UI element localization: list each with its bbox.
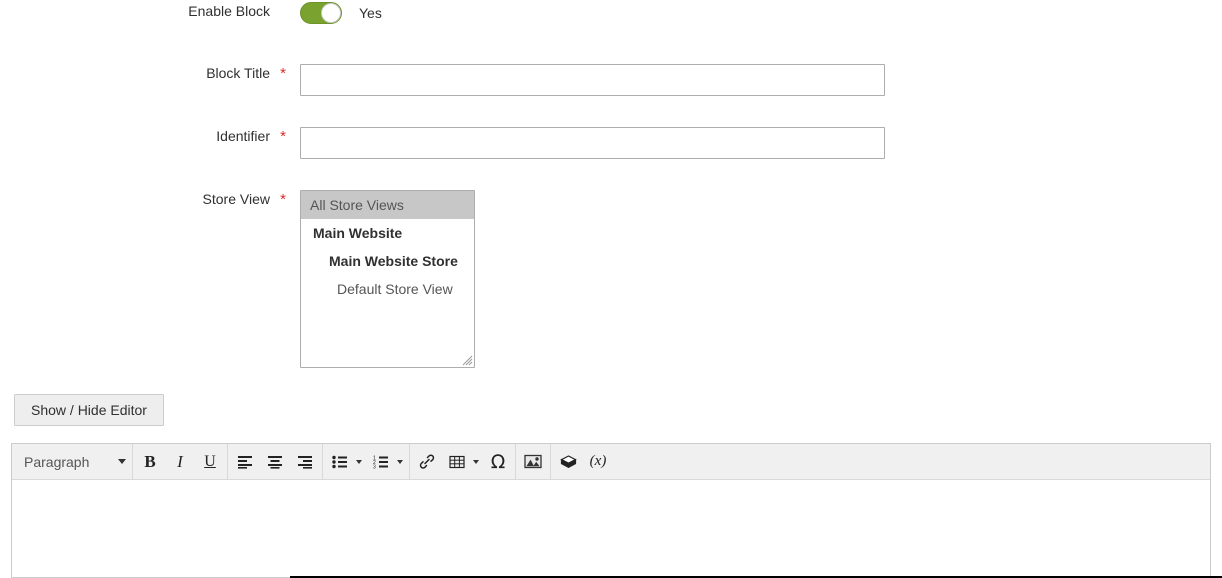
show-hide-editor-button[interactable]: Show / Hide Editor xyxy=(14,394,164,426)
store-view-label-text: Store View xyxy=(202,191,270,207)
italic-button[interactable]: I xyxy=(165,447,195,477)
table-icon xyxy=(449,455,465,468)
toolbar-separator xyxy=(227,443,228,480)
underline-icon: U xyxy=(204,452,216,470)
toolbar-group-insert: Ω xyxy=(412,444,513,480)
insert-table-button[interactable] xyxy=(442,447,472,477)
insert-link-button[interactable] xyxy=(412,447,442,477)
numbered-list-button[interactable]: 1 2 3 xyxy=(366,447,396,477)
store-view-option-all-store-views[interactable]: All Store Views xyxy=(301,191,474,219)
toolbar-separator xyxy=(550,443,551,480)
toolbar-separator xyxy=(409,443,410,480)
enable-block-label: Enable Block xyxy=(188,3,270,19)
toolbar-separator xyxy=(132,443,133,480)
image-icon xyxy=(524,454,542,469)
block-title-input[interactable] xyxy=(300,64,885,96)
resize-grip-icon[interactable] xyxy=(461,354,473,366)
block-title-control xyxy=(300,64,885,96)
identifier-required-marker: * xyxy=(280,128,286,145)
numbered-list-icon: 1 2 3 xyxy=(373,455,388,469)
toolbar-separator xyxy=(515,443,516,480)
cms-block-form-page: Enable Block Yes Block Title * Identifie… xyxy=(0,0,1222,578)
identifier-label-text: Identifier xyxy=(216,128,270,144)
wysiwyg-editor: Paragraph B I U 1 2 3 Ω (x) xyxy=(11,443,1211,578)
store-view-required-marker: * xyxy=(280,191,286,208)
align-center-icon xyxy=(268,455,282,469)
field-row-block-title: Block Title * xyxy=(0,64,885,96)
field-row-identifier: Identifier * xyxy=(0,127,885,159)
block-title-label: Block Title * xyxy=(0,64,300,82)
insert-variable-button[interactable]: (x) xyxy=(583,447,613,477)
editor-content-area[interactable] xyxy=(12,480,1210,577)
special-character-button[interactable]: Ω xyxy=(483,447,513,477)
bold-button[interactable]: B xyxy=(135,447,165,477)
numbered-list-chevron-down-icon[interactable] xyxy=(397,459,403,464)
enable-block-toggle-value: Yes xyxy=(359,5,382,21)
align-center-button[interactable] xyxy=(260,447,290,477)
align-left-icon xyxy=(238,455,252,469)
toolbar-group-media xyxy=(518,444,548,480)
editor-toolbar: Paragraph B I U 1 2 3 Ω (x) xyxy=(12,443,1210,480)
bold-icon: B xyxy=(144,451,156,471)
block-title-label-text: Block Title xyxy=(206,65,270,81)
align-right-icon xyxy=(298,455,312,469)
store-view-option-main-website[interactable]: Main Website xyxy=(301,219,474,247)
toolbar-group-lists: 1 2 3 xyxy=(325,444,407,480)
identifier-input[interactable] xyxy=(300,127,885,159)
store-view-option-default-store-view[interactable]: Default Store View xyxy=(301,275,474,303)
widget-icon xyxy=(559,454,577,468)
link-icon xyxy=(419,454,435,469)
toggle-knob xyxy=(321,3,341,23)
field-row-store-view: Store View * All Store Views Main Websit… xyxy=(0,190,475,368)
toolbar-separator xyxy=(322,443,323,480)
insert-image-button[interactable] xyxy=(518,447,548,477)
omega-icon: Ω xyxy=(490,450,506,473)
table-chevron-down-icon[interactable] xyxy=(473,459,479,464)
format-select-value: Paragraph xyxy=(24,453,90,470)
identifier-control xyxy=(300,127,885,159)
align-left-button[interactable] xyxy=(230,447,260,477)
enable-block-control: Yes xyxy=(300,2,382,24)
block-title-required-marker: * xyxy=(280,65,286,82)
toolbar-group-format: Paragraph xyxy=(14,444,130,480)
field-row-enable-block: Enable Block Yes xyxy=(0,2,382,24)
toolbar-group-magento: (x) xyxy=(553,444,613,480)
bullet-list-button[interactable] xyxy=(325,447,355,477)
italic-icon: I xyxy=(177,451,183,471)
store-view-label: Store View * xyxy=(0,190,300,208)
store-view-multiselect[interactable]: All Store Views Main Website Main Websit… xyxy=(300,190,475,368)
store-view-option-main-website-store[interactable]: Main Website Store xyxy=(301,247,474,275)
bullet-list-chevron-down-icon[interactable] xyxy=(356,459,362,464)
identifier-label: Identifier * xyxy=(0,127,300,145)
bullet-list-icon xyxy=(332,455,347,468)
insert-widget-button[interactable] xyxy=(553,447,583,477)
align-right-button[interactable] xyxy=(290,447,320,477)
enable-block-toggle[interactable] xyxy=(300,2,342,24)
svg-text:3: 3 xyxy=(373,464,376,469)
store-view-control: All Store Views Main Website Main Websit… xyxy=(300,190,475,368)
toolbar-group-alignment xyxy=(230,444,320,480)
chevron-down-icon xyxy=(118,459,126,464)
format-select[interactable]: Paragraph xyxy=(14,447,130,477)
variable-icon: (x) xyxy=(589,453,607,469)
toolbar-group-text-style: B I U xyxy=(135,444,225,480)
underline-button[interactable]: U xyxy=(195,447,225,477)
